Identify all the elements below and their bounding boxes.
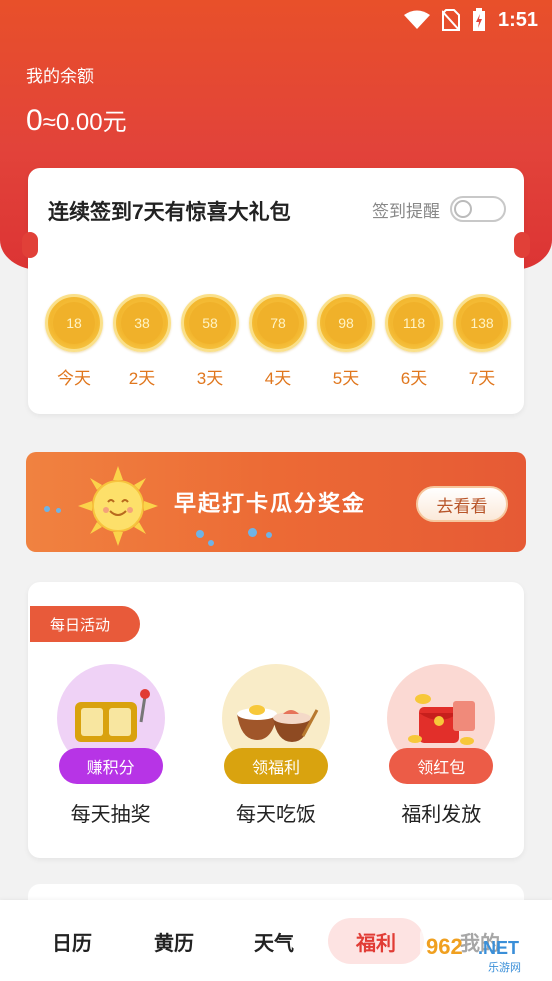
checkin-day: 138 7天 xyxy=(448,294,516,389)
tab-calendar[interactable]: 日历 xyxy=(52,918,92,964)
activity-meal[interactable]: 领福利 每天吃饭 xyxy=(206,664,346,827)
status-time: 1:51 xyxy=(497,8,538,31)
wifi-icon xyxy=(403,10,430,29)
checkin-day: 38 2天 xyxy=(108,294,176,389)
daily-activity-card: 每日活动 赚积分 每天抽奖 领福利 每天吃饭 领红包 福利发放 xyxy=(28,582,524,858)
svg-text:962: 962 xyxy=(426,934,463,959)
coin-icon: 58 xyxy=(181,294,239,352)
lottery-label: 每天抽奖 xyxy=(70,804,151,826)
activity-items: 赚积分 每天抽奖 领福利 每天吃饭 领红包 福利发放 xyxy=(28,664,524,827)
get-benefit-button[interactable]: 领福利 xyxy=(223,748,328,784)
red-envelope-icon xyxy=(408,694,476,745)
day-label: 4天 xyxy=(264,369,292,388)
watermark-logo: 962 .NET 乐游网 xyxy=(420,928,548,976)
activity-lottery[interactable]: 赚积分 每天抽奖 xyxy=(41,664,181,827)
checkin-day: 78 4天 xyxy=(244,294,312,389)
coin-icon: 138 xyxy=(453,294,511,352)
coin-icon: 18 xyxy=(45,294,103,352)
balance-points: 0 xyxy=(26,104,43,137)
tab-weather[interactable]: 天气 xyxy=(254,918,294,964)
day-label: 6天 xyxy=(400,369,428,388)
checkin-days: 18 今天 38 2天 58 3天 78 4天 98 5天 118 6天 138 7天 xyxy=(40,294,516,389)
coin-value: 138 xyxy=(461,302,503,344)
checkin-day: 58 3天 xyxy=(176,294,244,389)
reminder-label: 签到提醒 xyxy=(372,201,440,221)
coin-value: 58 xyxy=(189,302,231,344)
status-bar: 1:51 xyxy=(403,6,538,34)
no-sim-icon xyxy=(441,9,460,31)
coin-value: 118 xyxy=(393,302,435,344)
day-label: 7天 xyxy=(468,369,496,388)
banner-text: 早起打卡瓜分奖金 xyxy=(174,491,367,516)
activity-tag: 每日活动 xyxy=(30,606,140,642)
redpacket-label: 福利发放 xyxy=(401,804,482,826)
checkin-card: 连续签到7天有惊喜大礼包 签到提醒 18 今天 38 2天 58 3天 78 4天 98 5天 11… xyxy=(28,168,524,414)
tab-almanac[interactable]: 黄历 xyxy=(154,918,194,964)
toggle-knob xyxy=(454,200,472,218)
coin-value: 38 xyxy=(121,302,163,344)
day-label: 3天 xyxy=(196,369,224,388)
reminder-toggle[interactable] xyxy=(450,196,506,222)
day-label: 5天 xyxy=(332,369,360,388)
checkin-day: 118 6天 xyxy=(380,294,448,389)
checkin-title: 连续签到7天有惊喜大礼包 xyxy=(48,201,291,224)
sun-icon xyxy=(78,466,158,546)
coin-icon: 78 xyxy=(249,294,307,352)
checkin-day: 98 5天 xyxy=(312,294,380,389)
balance-value: 0≈0.00元 xyxy=(26,102,127,138)
coin-icon: 118 xyxy=(385,294,443,352)
svg-text:.NET: .NET xyxy=(478,938,519,958)
activity-redpacket[interactable]: 领红包 福利发放 xyxy=(371,664,511,827)
balance-label: 我的余额 xyxy=(26,67,94,86)
morning-checkin-banner[interactable]: 早起打卡瓜分奖金 去看看 xyxy=(26,452,526,552)
earn-points-button[interactable]: 赚积分 xyxy=(58,748,163,784)
coin-value: 18 xyxy=(53,302,95,344)
svg-text:乐游网: 乐游网 xyxy=(488,961,521,974)
get-redpacket-button[interactable]: 领红包 xyxy=(389,748,494,784)
card-notch-right xyxy=(514,232,530,258)
card-notch-left xyxy=(22,232,38,258)
checkin-day: 18 今天 xyxy=(40,294,108,389)
coin-value: 78 xyxy=(257,302,299,344)
meal-label: 每天吃饭 xyxy=(235,804,316,826)
checkin-reminder: 签到提醒 xyxy=(372,196,506,222)
day-label: 今天 xyxy=(57,369,91,388)
tab-welfare[interactable]: 福利 xyxy=(328,918,424,964)
meal-bowls-icon xyxy=(236,705,319,742)
banner-button[interactable]: 去看看 xyxy=(416,486,508,522)
slot-machine-icon xyxy=(74,689,150,742)
coin-icon: 98 xyxy=(317,294,375,352)
coin-icon: 38 xyxy=(113,294,171,352)
balance-approx: ≈0.00元 xyxy=(42,109,127,136)
coin-value: 98 xyxy=(325,302,367,344)
battery-charging-icon xyxy=(472,8,485,31)
day-label: 2天 xyxy=(128,369,156,388)
